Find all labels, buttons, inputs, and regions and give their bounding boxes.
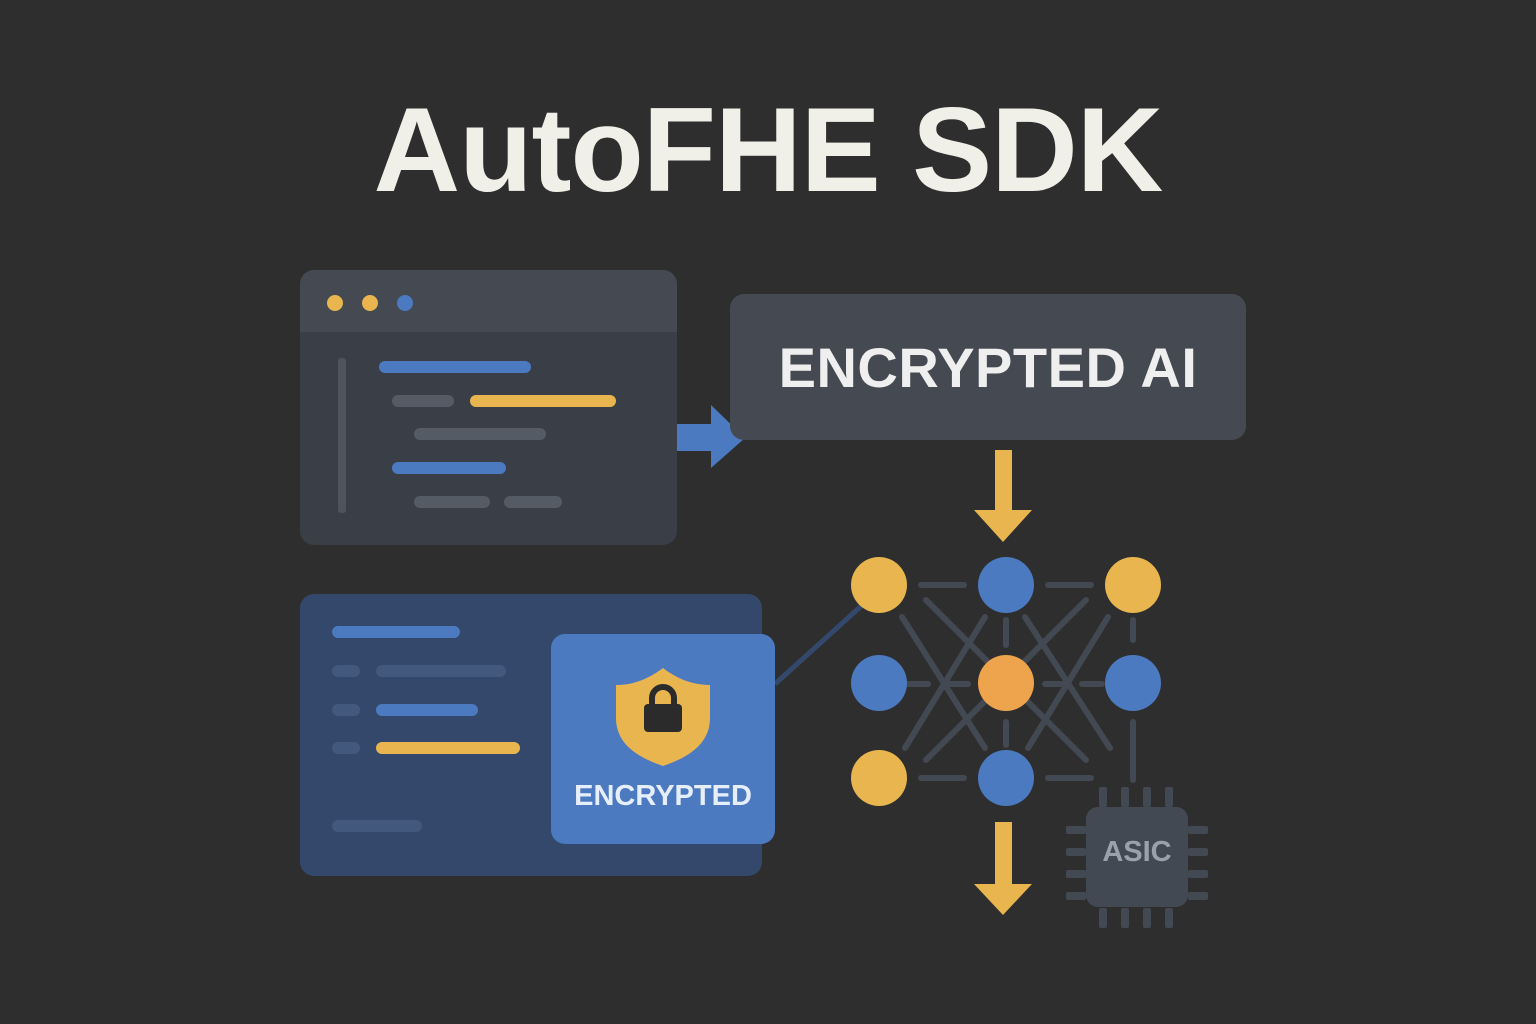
encrypted-badge-label: ENCRYPTED [574, 780, 752, 812]
window-dot-yellow [362, 295, 378, 311]
code-window-icon [300, 270, 677, 545]
arrow-down-icon [974, 450, 1032, 542]
network-node [851, 655, 907, 711]
window-dot-blue [397, 295, 413, 311]
page-title: AutoFHE SDK [373, 83, 1164, 217]
network-node [978, 750, 1034, 806]
gutter-line [338, 358, 346, 513]
encrypted-ai-box: ENCRYPTED AI [730, 294, 1246, 440]
network-node [978, 557, 1034, 613]
neural-network-icon [851, 557, 1161, 806]
encrypted-ai-label: ENCRYPTED AI [778, 335, 1198, 399]
arrow-down-icon [974, 822, 1032, 915]
network-node [1105, 655, 1161, 711]
diagram-canvas: AutoFHE SDK ENCRYPTED AI ENCRYPTED ASIC [0, 0, 1536, 1024]
network-node [978, 655, 1034, 711]
asic-label: ASIC [1102, 836, 1172, 868]
network-node [851, 750, 907, 806]
network-node [1105, 557, 1161, 613]
window-dot-yellow [327, 295, 343, 311]
network-node [851, 557, 907, 613]
